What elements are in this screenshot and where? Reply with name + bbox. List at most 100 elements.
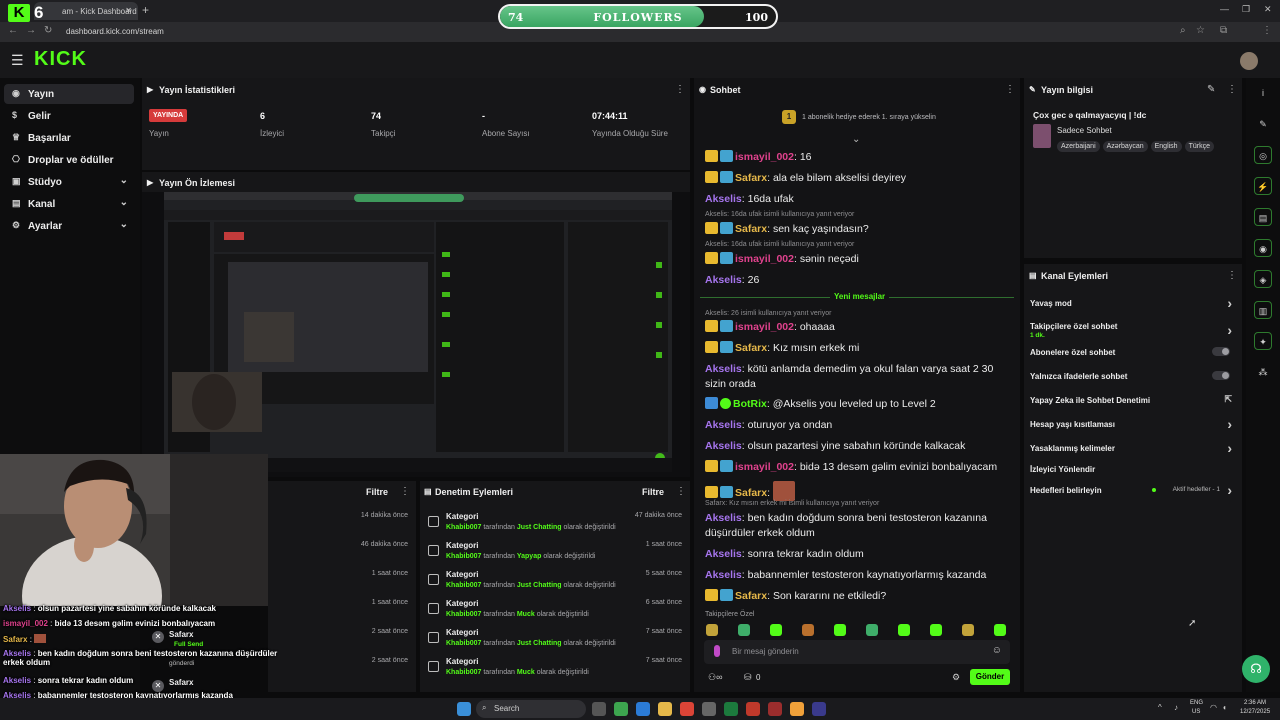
modlog-row[interactable]: Kategori Khabib007 tarafından Muck olarak… bbox=[426, 657, 686, 685]
zoom-icon[interactable]: ⌕ bbox=[1180, 25, 1186, 36]
channel-action-row[interactable]: Takipçilere özel sohbet 1 dk. › bbox=[1030, 322, 1236, 339]
sidebar-item-1[interactable]: $ Gelir bbox=[4, 106, 134, 126]
sidebar-item-0[interactable]: ◉ Yayın bbox=[4, 84, 134, 104]
store-icon[interactable] bbox=[702, 702, 716, 716]
obs-icon[interactable] bbox=[746, 702, 760, 716]
modlog-category[interactable]: Muck bbox=[517, 669, 535, 676]
quick-emote-icon[interactable] bbox=[866, 624, 878, 636]
modlog-row[interactable]: Kategori Khabib007 tarafından Just Chatti… bbox=[426, 628, 686, 656]
tray-mic-icon[interactable]: ♪ bbox=[1174, 703, 1178, 712]
expand-pinned-icon[interactable]: ⌄ bbox=[852, 134, 860, 145]
broadcast-icon[interactable]: ◈ bbox=[1254, 270, 1272, 288]
stream-tag[interactable]: Türkçe bbox=[1184, 141, 1214, 152]
quick-emote-icon[interactable] bbox=[770, 624, 782, 636]
quick-emote-icon[interactable] bbox=[706, 624, 718, 636]
chat-username[interactable]: ismayil_002 bbox=[735, 253, 794, 265]
chat-menu-icon[interactable]: ⋮ bbox=[1005, 84, 1015, 95]
channel-action-row[interactable]: Yavaş mod › bbox=[1030, 295, 1236, 311]
channel-action-row[interactable]: Yalnızca ifadelerle sohbet bbox=[1030, 371, 1236, 381]
chevron-right-icon[interactable]: › bbox=[1227, 440, 1232, 456]
mic-icon[interactable] bbox=[714, 645, 720, 657]
bookmark-star-icon[interactable]: ☆ bbox=[1196, 25, 1205, 36]
minimize-icon[interactable]: — bbox=[1220, 4, 1229, 14]
wifi-icon[interactable]: ◠ bbox=[1210, 703, 1217, 712]
app-icon[interactable] bbox=[768, 702, 782, 716]
steam-icon[interactable] bbox=[812, 702, 826, 716]
modlog-user[interactable]: Khabib007 bbox=[446, 611, 481, 618]
stream-preview[interactable] bbox=[142, 192, 690, 477]
chat-username[interactable]: Akselis bbox=[705, 193, 742, 205]
modlog-row[interactable]: Kategori Khabib007 tarafından Yapyap olar… bbox=[426, 541, 686, 569]
file-explorer-icon[interactable] bbox=[658, 702, 672, 716]
quick-emote-icon[interactable] bbox=[738, 624, 750, 636]
emoji-icon[interactable]: ☺ bbox=[992, 645, 1002, 656]
modlog-row[interactable]: Kategori Khabib007 tarafından Muck olarak… bbox=[426, 599, 686, 627]
modlog-user[interactable]: Khabib007 bbox=[446, 524, 481, 531]
close-tab-icon[interactable]: ✕ bbox=[125, 6, 132, 15]
channel-action-row[interactable]: Abonelere özel sohbet bbox=[1030, 347, 1236, 357]
back-icon[interactable]: ← bbox=[8, 25, 18, 36]
chrome-icon[interactable] bbox=[614, 702, 628, 716]
chevron-right-icon[interactable]: › bbox=[1227, 482, 1232, 498]
chat-username[interactable]: Akselis bbox=[705, 440, 742, 452]
modlog-user[interactable]: Khabib007 bbox=[446, 640, 481, 647]
stream-tag[interactable]: Azerbaijani bbox=[1057, 141, 1100, 152]
chat-username[interactable]: Akselis bbox=[705, 548, 742, 560]
quick-emote-icon[interactable] bbox=[994, 624, 1006, 636]
chat-users-icon[interactable]: ⚇∞ bbox=[708, 672, 722, 683]
maximize-icon[interactable]: ❐ bbox=[1242, 4, 1250, 15]
quick-emote-icon[interactable] bbox=[834, 624, 846, 636]
close-window-icon[interactable]: ✕ bbox=[1264, 4, 1272, 15]
browser-tab[interactable]: am - Kick Dashboard ✕ bbox=[34, 2, 138, 20]
document-icon[interactable]: ▤ bbox=[1254, 208, 1272, 226]
modlog-user[interactable]: Khabib007 bbox=[446, 582, 481, 589]
hamburger-menu-icon[interactable]: ☰ bbox=[11, 52, 24, 69]
modlog-user[interactable]: Khabib007 bbox=[446, 553, 481, 560]
quick-emote-icon[interactable] bbox=[802, 624, 814, 636]
stream-tag[interactable]: English bbox=[1150, 141, 1182, 152]
modlog-row[interactable]: Kategori Khabib007 tarafından Just Chatti… bbox=[426, 512, 686, 540]
chevron-down-icon[interactable]: ⌄ bbox=[120, 197, 128, 208]
chat-username[interactable]: Safarx bbox=[735, 172, 767, 184]
task-view-icon[interactable] bbox=[592, 702, 606, 716]
activity-menu-icon[interactable]: ⋮ bbox=[400, 486, 410, 497]
windows-start-icon[interactable] bbox=[457, 702, 471, 716]
browser-menu-icon[interactable]: ⋮ bbox=[1262, 25, 1272, 36]
chat-settings-icon[interactable]: ⚙ bbox=[952, 672, 960, 683]
quick-emote-icon[interactable] bbox=[898, 624, 910, 636]
layout-icon[interactable]: ▥ bbox=[1254, 301, 1272, 319]
chat-username[interactable]: Akselis bbox=[705, 419, 742, 431]
external-link-icon[interactable]: ⇱ bbox=[1224, 394, 1232, 405]
modlog-category[interactable]: Yapyap bbox=[517, 553, 542, 560]
chrome-profile-icon[interactable] bbox=[680, 702, 694, 716]
user-avatar[interactable] bbox=[1240, 52, 1258, 70]
modlog-category[interactable]: Just Chatting bbox=[517, 582, 562, 589]
chevron-right-icon[interactable]: › bbox=[1227, 295, 1232, 311]
actions-menu-icon[interactable]: ⋮ bbox=[1227, 270, 1237, 281]
chat-username[interactable]: ismayil_002 bbox=[735, 151, 794, 163]
channel-action-row[interactable]: Hesap yaşı kısıtlaması › bbox=[1030, 416, 1236, 432]
stats-menu-icon[interactable]: ⋮ bbox=[675, 84, 685, 95]
nvidia-icon[interactable] bbox=[724, 702, 738, 716]
quick-emote-icon[interactable] bbox=[930, 624, 942, 636]
info-icon[interactable]: i bbox=[1254, 84, 1272, 102]
chat-username[interactable]: Safarx bbox=[735, 487, 767, 499]
channel-action-row[interactable]: Yapay Zeka ile Sohbet Denetimi ⇱ bbox=[1030, 394, 1236, 405]
camera-icon[interactable]: ◎ bbox=[1254, 146, 1272, 164]
modlog-category[interactable]: Just Chatting bbox=[517, 524, 562, 531]
share-icon[interactable]: ⁂ bbox=[1254, 363, 1272, 381]
chat-username[interactable]: BotRix bbox=[733, 398, 767, 410]
edge-icon[interactable] bbox=[636, 702, 650, 716]
sidebar-item-5[interactable]: ▤ Kanal ⌄ bbox=[4, 194, 134, 214]
chat-username[interactable]: Safarx bbox=[735, 342, 767, 354]
chat-username[interactable]: Akselis bbox=[705, 274, 742, 286]
reload-icon[interactable]: ↻ bbox=[44, 25, 52, 36]
chat-username[interactable]: Akselis bbox=[705, 363, 742, 375]
channel-action-row[interactable]: Hedefleri belirleyin Aktif hedefler - 1 › bbox=[1030, 482, 1236, 498]
activity-filter-button[interactable]: Filtre bbox=[366, 487, 388, 497]
stream-tag[interactable]: Azərbaycan bbox=[1102, 141, 1148, 152]
modlog-user[interactable]: Khabib007 bbox=[446, 669, 481, 676]
new-tab-icon[interactable]: + bbox=[142, 3, 149, 17]
chat-username[interactable]: Akselis bbox=[705, 512, 742, 524]
clock-time[interactable]: 2:36 AM bbox=[1244, 700, 1266, 706]
